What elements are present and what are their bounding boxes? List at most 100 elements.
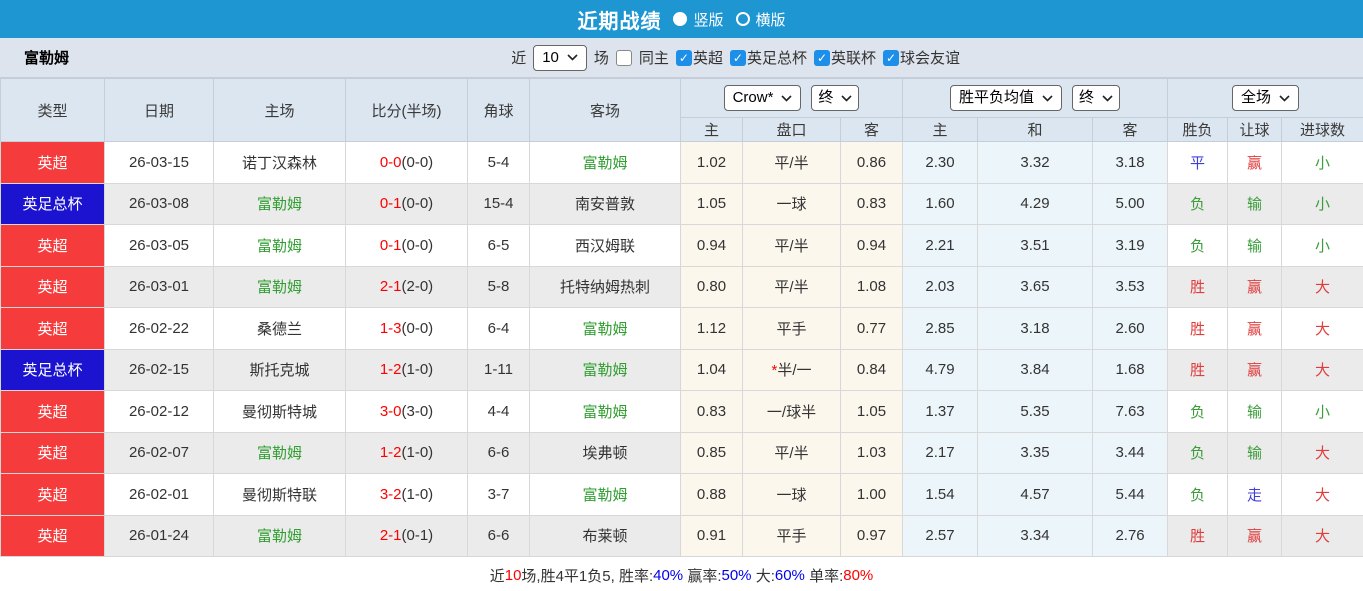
odds-company-value: Crow* (732, 89, 774, 106)
table-row: 英超 26-03-15 诺丁汉森林 0-0(0-0) 5-4 富勒姆 1.02 … (0, 141, 1363, 184)
odds-time-value: 终 (818, 89, 834, 106)
score-halftime: (0-1) (401, 527, 434, 545)
odds-away-cell: 1.03 (839, 431, 904, 474)
away-team-cell: 富勒姆 (529, 307, 681, 350)
score-cell: 2-1(0-1) (345, 514, 468, 557)
spread-result-cell: 输 (1227, 182, 1283, 225)
handicap-cell: 平手 (742, 514, 841, 557)
avg-away-cell: 3.19 (1092, 224, 1169, 267)
summary-segment: 10 (504, 567, 522, 584)
results-table: 类型 日期 主场 比分(半场) 角球 客场 Crow* 终 胜平负均值 终 全场… (0, 78, 1363, 557)
radio-unselected-icon[interactable] (735, 12, 750, 26)
spread-result-cell: 赢 (1227, 265, 1283, 308)
score-halftime: (1-0) (401, 444, 434, 462)
avg-away-cell: 2.60 (1092, 307, 1169, 350)
same-home-checkbox[interactable] (615, 49, 632, 66)
score-cell: 3-0(3-0) (345, 390, 468, 433)
layout-radio-horizontal[interactable]: 横版 (735, 9, 786, 30)
handicap-value: 平/半 (774, 445, 809, 463)
score-fulltime: 2-1 (379, 527, 402, 545)
avg-away-cell: 7.63 (1092, 390, 1169, 433)
avg-draw-cell: 3.32 (977, 141, 1094, 184)
score-cell: 2-1(2-0) (345, 265, 468, 308)
league-checkbox-eflcup[interactable]: ✓ (813, 49, 830, 66)
score-cell: 1-2(1-0) (345, 348, 468, 391)
score-fulltime: 1-2 (379, 444, 402, 462)
score-fulltime: 0-1 (379, 195, 402, 213)
league-checkbox-friendly[interactable]: ✓ (882, 49, 899, 66)
odds-away-cell: 0.83 (839, 182, 904, 225)
page-title: 近期战绩 (577, 10, 662, 33)
home-team-cell: 桑德兰 (213, 307, 346, 350)
odds-home-cell: 0.88 (680, 473, 743, 516)
avg-home-cell: 2.57 (902, 514, 979, 557)
odds-away-cell: 1.05 (839, 390, 904, 433)
avg-home-cell: 2.30 (902, 141, 979, 184)
result-cell: 胜 (1167, 348, 1229, 391)
result-cell: 胜 (1167, 514, 1229, 557)
recent-count-select[interactable]: 10 (533, 44, 587, 71)
result-cell: 负 (1167, 224, 1229, 267)
avg-home-cell: 1.60 (902, 182, 979, 225)
avg-draw-cell: 3.84 (977, 348, 1094, 391)
score-cell: 0-0(0-0) (345, 141, 468, 184)
spread-result-cell: 走 (1227, 473, 1283, 516)
summary-segment: 近 (489, 568, 505, 585)
score-cell: 0-1(0-0) (345, 224, 468, 267)
radio-selected-icon[interactable] (673, 12, 688, 26)
score-cell: 1-3(0-0) (345, 307, 468, 350)
home-team-cell: 富勒姆 (213, 431, 346, 474)
matches-label: 场 (593, 50, 609, 67)
league-cell: 英超 (0, 307, 105, 350)
score-halftime: (3-0) (401, 402, 434, 420)
summary-segment: 50% (721, 567, 752, 584)
layout-radio-vertical[interactable]: 竖版 (673, 9, 724, 30)
home-team-cell: 曼彻斯特联 (213, 473, 346, 516)
league-checkbox-epl[interactable]: ✓ (675, 49, 692, 66)
avg-time-select[interactable]: 终 (1072, 85, 1121, 111)
odds-away-cell: 0.97 (839, 514, 904, 557)
corners-cell: 6-6 (467, 431, 530, 474)
chevron-down-icon (567, 54, 578, 61)
avg-draw-cell: 4.57 (977, 473, 1094, 516)
team-name: 富勒姆 (24, 50, 70, 67)
league-cell: 英超 (0, 141, 105, 184)
avg-draw-cell: 3.18 (977, 307, 1094, 350)
subcol-avg-home: 主 (902, 117, 979, 142)
result-cell: 负 (1167, 473, 1229, 516)
spread-result-cell: 赢 (1227, 307, 1283, 350)
scope-header-group: 全场 (1167, 78, 1363, 118)
odds-home-cell: 0.91 (680, 514, 743, 557)
odds-home-cell: 0.80 (680, 265, 743, 308)
date-cell: 26-03-08 (104, 182, 214, 225)
handicap-cell: 一/球半 (742, 390, 841, 433)
home-team-cell: 诺丁汉森林 (213, 141, 346, 184)
avg-home-cell: 2.17 (902, 431, 979, 474)
date-cell: 26-02-15 (104, 348, 214, 391)
result-cell: 负 (1167, 431, 1229, 474)
score-cell: 0-1(0-0) (345, 182, 468, 225)
odds-header-group: Crow* 终 (679, 78, 904, 118)
away-team-cell: 富勒姆 (529, 390, 681, 433)
odds-company-select[interactable]: Crow* (723, 85, 802, 111)
avg-draw-cell: 3.51 (977, 224, 1094, 267)
home-team-cell: 富勒姆 (213, 265, 346, 308)
avg-draw-cell: 4.29 (977, 182, 1094, 225)
avg-odds-select[interactable]: 胜平负均值 (950, 85, 1063, 111)
layout-radio-vertical-label: 竖版 (693, 11, 724, 29)
scope-select[interactable]: 全场 (1232, 85, 1300, 111)
handicap-cell: 一球 (742, 473, 841, 516)
table-row: 英超 26-03-05 富勒姆 0-1(0-0) 6-5 西汉姆联 0.94 平… (0, 224, 1363, 267)
avg-draw-cell: 3.65 (977, 265, 1094, 308)
score-fulltime: 1-3 (379, 319, 402, 337)
corners-cell: 6-4 (467, 307, 530, 350)
score-halftime: (1-0) (401, 485, 434, 503)
date-cell: 26-02-12 (104, 390, 214, 433)
date-cell: 26-03-01 (104, 265, 214, 308)
avg-home-cell: 4.79 (902, 348, 979, 391)
league-checkbox-facup[interactable]: ✓ (729, 49, 746, 66)
odds-time-select[interactable]: 终 (811, 85, 860, 111)
league-cell: 英超 (0, 431, 105, 474)
table-row: 英超 26-02-22 桑德兰 1-3(0-0) 6-4 富勒姆 1.12 平手… (0, 307, 1363, 350)
avg-home-cell: 2.03 (902, 265, 979, 308)
